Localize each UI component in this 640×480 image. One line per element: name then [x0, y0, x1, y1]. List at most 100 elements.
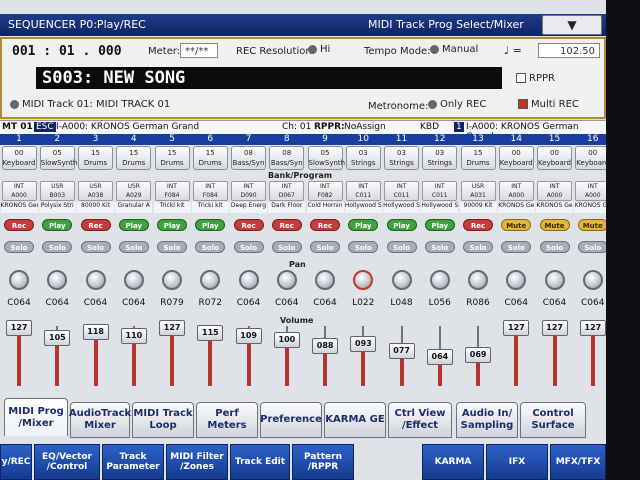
play-mute-rec-button[interactable]: Rec [463, 219, 493, 231]
pan-knob[interactable] [9, 270, 29, 290]
category-button[interactable]: 15 Drums [116, 146, 152, 170]
pan-knob[interactable] [468, 270, 488, 290]
solo-button[interactable]: Solo [42, 241, 73, 253]
bank-program-button[interactable]: INT A000 [1, 181, 37, 201]
solo-button[interactable]: Solo [4, 241, 34, 253]
solo-button[interactable]: Solo [80, 241, 111, 253]
category-button[interactable]: 15 Drums [154, 146, 190, 170]
tab-bottom-2[interactable]: Track Parameter [102, 444, 164, 480]
category-button[interactable]: 03 Strings [345, 146, 381, 170]
play-mute-rec-button[interactable]: Rec [271, 219, 302, 231]
solo-button[interactable]: Solo [310, 241, 340, 253]
bank-program-button[interactable]: INT A000 [498, 181, 534, 201]
solo-button[interactable]: Solo [577, 241, 608, 253]
play-mute-rec-button[interactable]: Play [195, 219, 226, 231]
pan-knob[interactable] [238, 270, 259, 290]
play-mute-rec-button[interactable]: Play [157, 219, 187, 231]
category-button[interactable]: 03 Strings [422, 146, 458, 170]
volume-fader[interactable]: 127 [6, 320, 33, 336]
bank-program-button[interactable]: INT F084 [154, 181, 190, 201]
volume-fader[interactable]: 105 [44, 330, 71, 347]
song-name-field[interactable]: S003: NEW SONG [36, 67, 502, 89]
category-button[interactable]: 03 Strings [384, 146, 419, 170]
tab-bottom-8[interactable]: MFX/TFX [550, 444, 606, 480]
tab-top-1[interactable]: AudioTrack Mixer [69, 402, 131, 438]
category-button[interactable]: 00 Keyboard [575, 146, 611, 170]
category-button[interactable]: 00 Keyboard [498, 146, 534, 170]
pan-knob[interactable] [582, 270, 603, 290]
play-mute-rec-button[interactable]: Play [386, 219, 417, 231]
bank-program-button[interactable]: INT A000 [537, 181, 572, 201]
track-select[interactable]: MIDI Track 01: MIDI TRACK 01 [10, 99, 170, 110]
pan-knob[interactable] [429, 270, 450, 290]
category-button[interactable]: 15 Drums [78, 146, 113, 170]
bank-program-button[interactable]: INT D090 [231, 181, 266, 201]
play-mute-rec-button[interactable]: Rec [233, 219, 264, 231]
rppr-checkbox[interactable]: RPPR [516, 73, 555, 84]
volume-fader[interactable]: 064 [426, 348, 453, 365]
volume-fader[interactable]: 109 [235, 328, 262, 345]
solo-button[interactable]: Solo [386, 241, 417, 253]
rec-resolution-select[interactable]: Hi [308, 44, 330, 55]
volume-fader[interactable]: 127 [159, 320, 186, 336]
play-mute-rec-button[interactable]: Rec [80, 219, 111, 231]
tab-bottom-5[interactable]: Pattern /RPPR [292, 444, 354, 480]
solo-button[interactable]: Solo [424, 241, 455, 253]
tab-top-5[interactable]: KARMA GE [324, 402, 386, 438]
bank-program-button[interactable]: INT C011 [384, 181, 419, 201]
multi-rec-checkbox[interactable]: Multi REC [518, 99, 579, 110]
play-mute-rec-button[interactable]: Mute [501, 219, 532, 231]
volume-fader[interactable]: 069 [465, 346, 492, 363]
volume-fader[interactable]: 100 [273, 332, 300, 349]
solo-button[interactable]: Solo [271, 241, 302, 253]
volume-fader[interactable]: 110 [120, 327, 147, 344]
tab-top-2[interactable]: MIDI Track Loop [132, 402, 194, 438]
tab-top-4[interactable]: Preference [260, 402, 322, 438]
volume-fader[interactable]: 127 [503, 320, 530, 336]
solo-button[interactable]: Solo [195, 241, 226, 253]
volume-fader[interactable]: 118 [82, 324, 109, 341]
pan-knob[interactable] [315, 270, 335, 290]
pan-knob[interactable] [200, 270, 221, 290]
metronome-select[interactable]: Only REC [428, 99, 486, 110]
tab-top-0[interactable]: MIDI Prog /Mixer [4, 398, 68, 436]
category-button[interactable]: 00 Keyboard [1, 146, 37, 170]
solo-button[interactable]: Solo [157, 241, 187, 253]
pan-knob[interactable] [506, 270, 527, 290]
play-mute-rec-button[interactable]: Rec [310, 219, 340, 231]
volume-fader[interactable]: 093 [350, 335, 377, 352]
category-button[interactable]: 08 Bass/Syn [269, 146, 305, 170]
category-button[interactable]: 08 Bass/Syn [231, 146, 266, 170]
bank-program-button[interactable]: USR A031 [460, 181, 496, 201]
bank-program-button[interactable]: INT C011 [345, 181, 381, 201]
meter-field[interactable]: **/** [180, 43, 218, 58]
bank-program-button[interactable]: INT A000 [575, 181, 611, 201]
volume-fader[interactable]: 127 [579, 320, 606, 336]
play-mute-rec-button[interactable]: Play [118, 219, 149, 231]
tab-bottom-7[interactable]: IFX [486, 444, 548, 480]
tempo-field[interactable]: 102.50 [538, 43, 600, 58]
pan-knob[interactable] [162, 270, 182, 290]
bank-program-button[interactable]: USR A029 [116, 181, 152, 201]
solo-button[interactable]: Solo [539, 241, 570, 253]
solo-button[interactable]: Solo [118, 241, 149, 253]
tab-bottom-1[interactable]: EQ/Vector /Control [34, 444, 100, 480]
category-button[interactable]: 05 SlowSynth [307, 146, 345, 170]
tab-top-7[interactable]: Audio In/ Sampling [456, 402, 518, 438]
tab-top-8[interactable]: Control Surface [520, 402, 586, 438]
play-mute-rec-button[interactable]: Play [42, 219, 73, 231]
play-mute-rec-button[interactable]: Play [424, 219, 455, 231]
tab-bottom-3[interactable]: MIDI Filter /Zones [166, 444, 228, 480]
tab-bottom-0[interactable]: y/REC [0, 444, 32, 480]
volume-fader[interactable]: 127 [541, 320, 568, 336]
pan-knob[interactable] [544, 270, 565, 290]
bank-program-button[interactable]: USR A038 [78, 181, 113, 201]
pan-knob[interactable] [85, 270, 106, 290]
tempo-mode-select[interactable]: Manual [430, 44, 478, 55]
pan-knob[interactable] [123, 270, 144, 290]
pan-knob[interactable] [47, 270, 68, 290]
tab-bottom-4[interactable]: Track Edit [230, 444, 290, 480]
solo-button[interactable]: Solo [348, 241, 379, 253]
bank-program-button[interactable]: USR B003 [39, 181, 75, 201]
pan-knob[interactable] [391, 270, 412, 290]
